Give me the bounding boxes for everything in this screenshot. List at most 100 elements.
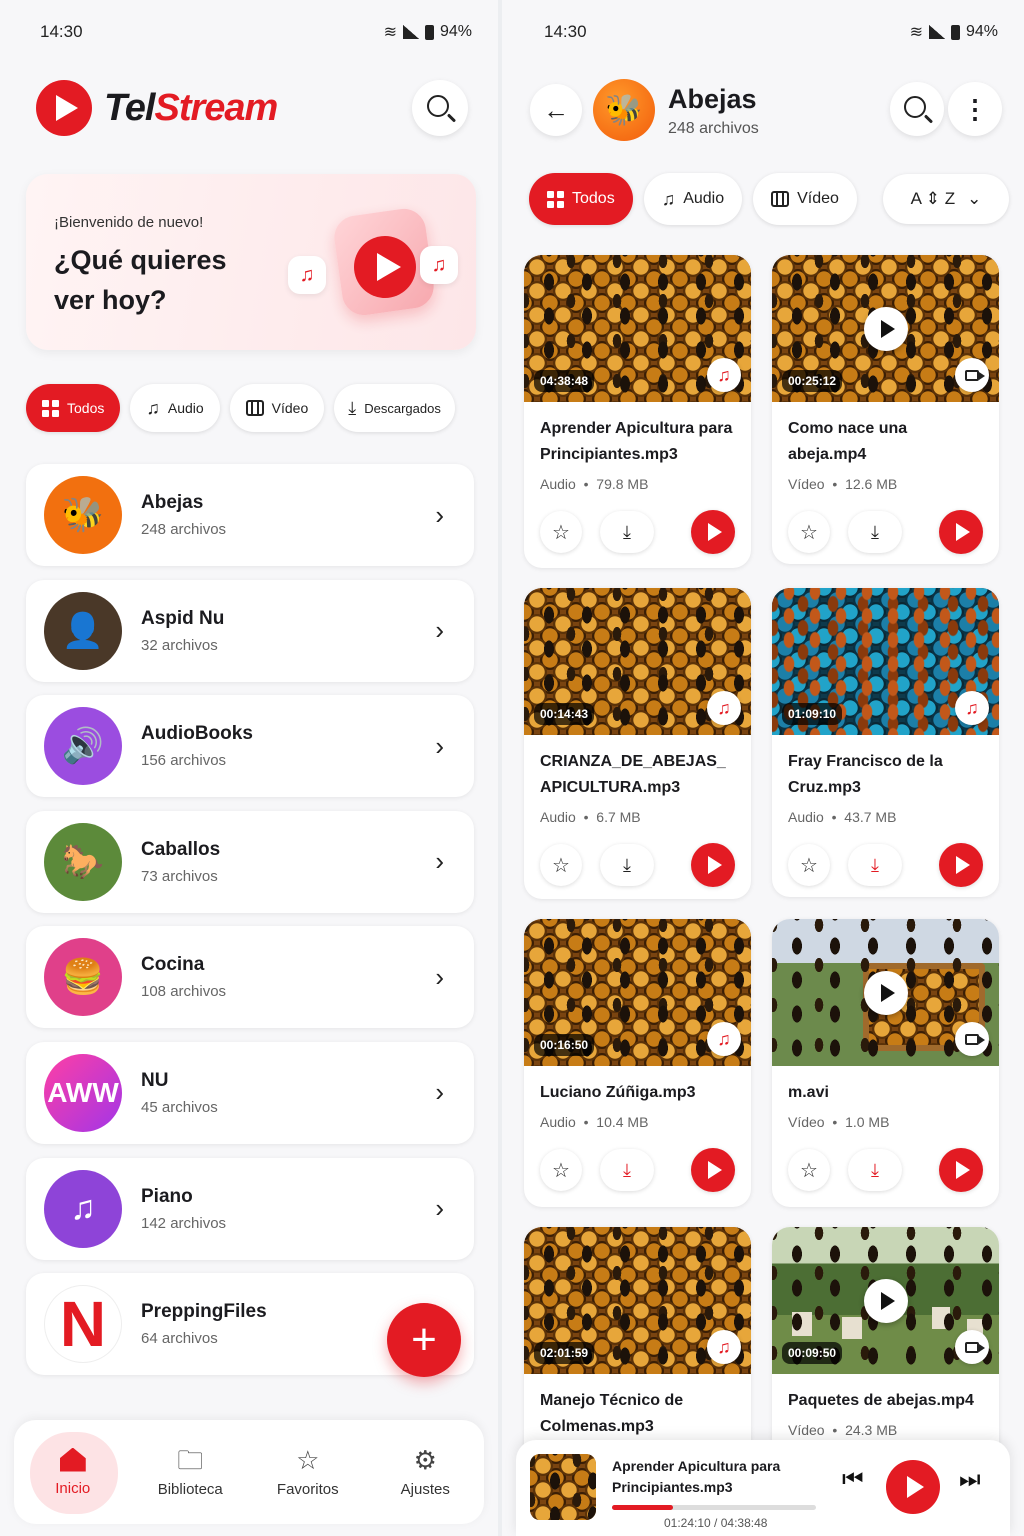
play-button[interactable]: [691, 843, 735, 887]
file-card[interactable]: m.avi Vídeo • 1.0 MB ☆ ⤓: [772, 919, 999, 1207]
file-card[interactable]: 04:38:48 ♫ Aprender Apicultura para Princi…: [524, 255, 751, 568]
folder-meta: Piano 142 archivos: [141, 1186, 435, 1232]
download-button[interactable]: ⤓: [600, 511, 654, 553]
file-actions: ☆⤓: [772, 1148, 999, 1192]
battery-level: 94%: [439, 23, 472, 40]
sort-dropdown[interactable]: A ⇕ Z ⌄: [883, 174, 1009, 224]
folder-item-caballos[interactable]: 🐎 Caballos 73 archivos ›: [26, 810, 474, 913]
file-card[interactable]: 00:25:12 Como nace una abeja.mp4 Vídeo • 1…: [772, 255, 999, 564]
file-size: 79.8 MB: [596, 476, 649, 492]
battery-icon: [424, 24, 434, 40]
nav-home[interactable]: Inicio: [14, 1420, 132, 1524]
status-bar: 14:30 ≋ 94%: [502, 0, 1024, 64]
file-size: 10.4 MB: [596, 1114, 649, 1130]
burger-icon: 🍔: [44, 938, 122, 1017]
bottom-navigation: Inicio 🗀 Biblioteca ☆ Favoritos ⚙ Ajuste…: [14, 1420, 484, 1524]
nav-favorites[interactable]: ☆ Favoritos: [249, 1420, 367, 1524]
filter-chips: Todos ♫ Audio Vídeo: [529, 173, 857, 225]
filter-all[interactable]: Todos: [529, 173, 633, 225]
play-button[interactable]: [691, 510, 735, 554]
file-actions: ☆⤓: [772, 843, 999, 887]
file-card[interactable]: 01:09:10 ♫ Fray Francisco de la Cruz.mp3 Au…: [772, 588, 999, 897]
file-title: Paquetes de abejas.mp4: [788, 1392, 974, 1409]
duration-badge: 01:09:10: [782, 703, 843, 725]
folder-item-piano[interactable]: ♫ Piano 142 archivos ›: [26, 1157, 474, 1260]
file-card[interactable]: 00:16:50 ♫ Luciano Zúñiga.mp3 Audio • 10.4 …: [524, 919, 751, 1207]
file-thumbnail: 00:09:50: [772, 1227, 999, 1374]
media-illustration: ♫ ♫: [288, 202, 458, 332]
file-card[interactable]: 00:14:43 ♫ CRIANZA_DE_ABEJAS_ APICULTURA.m…: [524, 588, 751, 899]
download-button[interactable]: ⤓: [848, 1149, 902, 1191]
home-icon: [59, 1447, 86, 1472]
nav-library[interactable]: 🗀 Biblioteca: [132, 1420, 250, 1524]
chevron-right-icon: ›: [435, 1193, 444, 1224]
next-button[interactable]: ⏭: [959, 1466, 981, 1494]
search-button[interactable]: [890, 82, 944, 136]
play-button[interactable]: [939, 843, 983, 887]
back-button[interactable]: ←: [530, 84, 582, 136]
favorite-button[interactable]: ☆: [788, 844, 830, 886]
filter-audio[interactable]: ♫ Audio: [643, 173, 743, 225]
folder-title: Abejas: [668, 84, 757, 114]
play-button[interactable]: [939, 1148, 983, 1192]
filter-downloaded[interactable]: ⤓ Descargados: [334, 384, 455, 432]
folder-item-aspid-nu[interactable]: 👤 Aspid Nu 32 archivos ›: [26, 579, 474, 682]
folder-icon: 🗀: [177, 1444, 204, 1475]
chevron-down-icon: ⌄: [967, 189, 982, 208]
download-button[interactable]: ⤓: [848, 844, 902, 886]
duration-badge: 00:16:50: [534, 1034, 595, 1056]
folder-count: 108 archivos: [141, 983, 227, 1001]
play-icon: [354, 236, 416, 298]
folder-item-nu[interactable]: AWW NU 45 archivos ›: [26, 1041, 474, 1144]
folder-list: 🐝 Abejas 248 archivos › 👤 Aspid Nu 32 archivos…: [26, 464, 474, 1389]
folder-item-abejas[interactable]: 🐝 Abejas 248 archivos ›: [26, 464, 474, 566]
signal-icon: [928, 25, 945, 39]
chevron-right-icon: ›: [435, 846, 444, 877]
folder-meta: NU 45 archivos: [141, 1070, 435, 1116]
download-button[interactable]: ⤓: [600, 844, 654, 886]
nav-settings[interactable]: ⚙ Ajustes: [367, 1420, 485, 1524]
folder-name: Aspid Nu: [141, 607, 225, 629]
file-thumbnail: 00:16:50 ♫: [524, 919, 751, 1066]
previous-button[interactable]: ⏮: [842, 1466, 864, 1494]
file-actions: ☆⤓: [772, 510, 999, 554]
video-camera-icon: [955, 1022, 989, 1056]
file-thumbnail: 00:14:43 ♫: [524, 588, 751, 735]
music-note-icon: ♫: [955, 691, 989, 725]
filter-all[interactable]: Todos: [26, 384, 121, 432]
favorite-button[interactable]: ☆: [540, 1149, 582, 1191]
mini-player[interactable]: Aprender Apicultura para Principiantes.m…: [516, 1440, 1010, 1536]
folder-item-audiobooks[interactable]: 🔊 AudioBooks 156 archivos ›: [26, 695, 474, 798]
app-name: TelStream: [104, 86, 278, 129]
favorite-button[interactable]: ☆: [788, 1149, 830, 1191]
filter-video[interactable]: Vídeo: [753, 173, 857, 225]
filter-video[interactable]: Vídeo: [229, 384, 325, 432]
file-size: 24.3 MB: [845, 1422, 898, 1438]
chevron-right-icon: ›: [435, 961, 444, 992]
more-options-button[interactable]: ⋮: [948, 82, 1002, 136]
play-overlay-icon[interactable]: [863, 306, 908, 351]
download-button[interactable]: ⤓: [848, 511, 902, 553]
favorite-button[interactable]: ☆: [540, 511, 582, 553]
playback-progress[interactable]: [612, 1505, 816, 1510]
battery-level: 94%: [965, 23, 998, 40]
file-thumbnail: 04:38:48 ♫: [524, 255, 751, 402]
file-type: Vídeo: [788, 1114, 825, 1130]
favorite-button[interactable]: ☆: [540, 844, 582, 886]
folder-count: 156 archivos: [141, 752, 227, 770]
download-button[interactable]: ⤓: [600, 1149, 654, 1191]
file-info: Vídeo • 24.3 MB: [788, 1422, 898, 1438]
play-button[interactable]: [939, 510, 983, 554]
folder-item-cocina[interactable]: 🍔 Cocina 108 archivos ›: [26, 926, 474, 1029]
wifi-icon: ≋: [383, 24, 397, 41]
favorite-button[interactable]: ☆: [788, 511, 830, 553]
filter-audio[interactable]: ♫ Audio: [130, 384, 220, 432]
folder-count: 73 archivos: [141, 867, 218, 885]
add-button[interactable]: +: [387, 1303, 461, 1377]
download-icon: ⤓: [348, 398, 357, 418]
play-button[interactable]: [886, 1460, 940, 1514]
play-overlay-icon[interactable]: [863, 970, 908, 1015]
play-button[interactable]: [691, 1148, 735, 1192]
search-button[interactable]: [412, 80, 468, 136]
play-overlay-icon[interactable]: [863, 1278, 908, 1323]
